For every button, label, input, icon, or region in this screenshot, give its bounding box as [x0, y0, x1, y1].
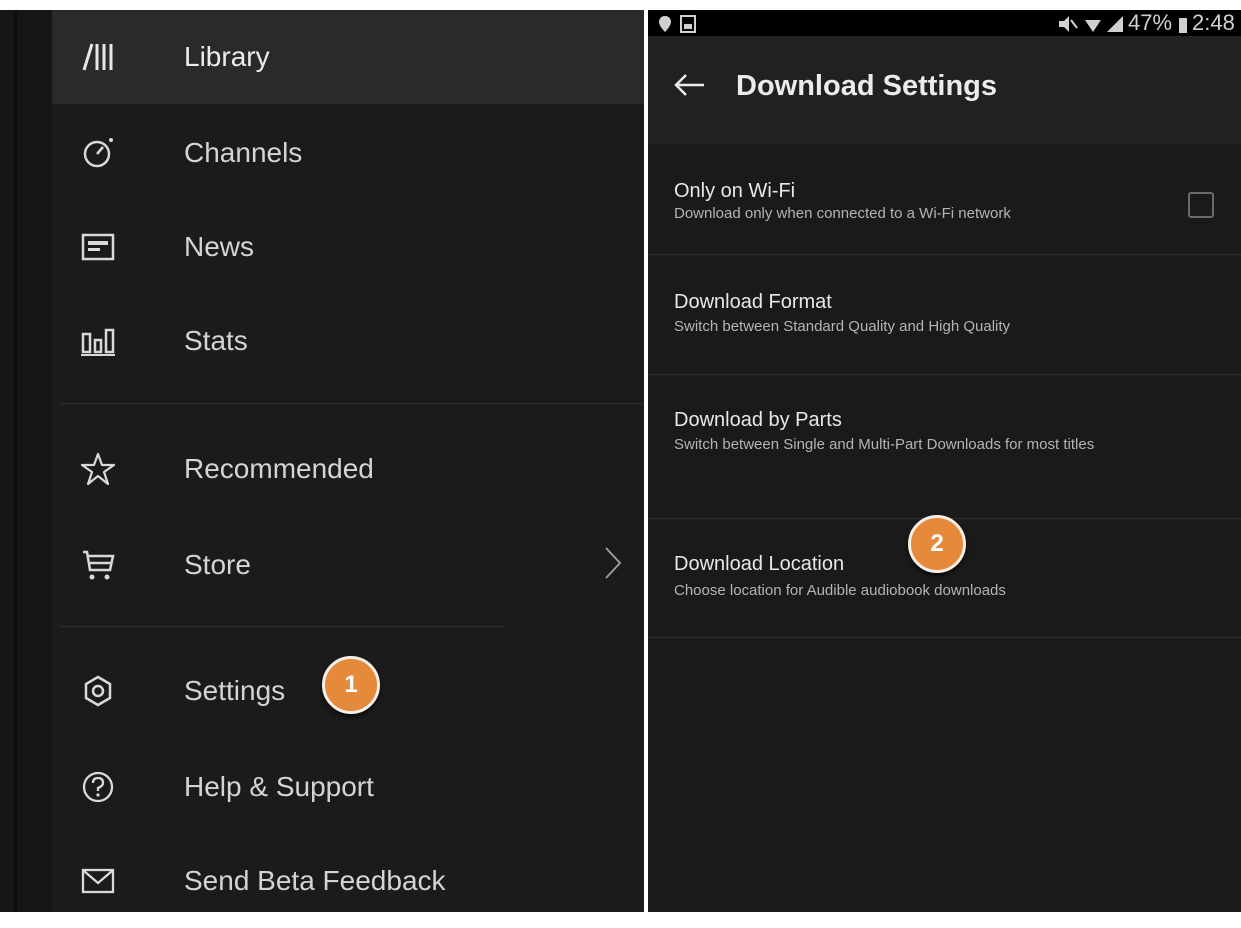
star-icon [80, 451, 116, 487]
setting-title: Only on Wi-Fi [674, 180, 796, 202]
sidebar-item-label: Store [184, 549, 251, 580]
sidebar-item-label: Help & Support [184, 771, 374, 802]
sidebar-item-help[interactable]: Help & Support [52, 740, 644, 834]
news-icon [80, 229, 116, 265]
sidebar-item-label: Channels [184, 137, 303, 168]
sidebar-item-label: Recommended [184, 453, 374, 484]
sidebar-item-label: Settings [184, 675, 286, 706]
sidebar-item-channels[interactable]: Channels [52, 106, 644, 200]
setting-subtitle: Switch between Standard Quality and High… [674, 318, 1011, 335]
callout-badge-1: 1 [322, 656, 380, 714]
sidebar-item-library[interactable]: Library [52, 10, 644, 104]
cart-icon [80, 547, 116, 583]
sidebar-item-feedback[interactable]: Send Beta Feedback [52, 834, 644, 928]
clock: 2:48 PM [1192, 10, 1241, 35]
sidebar-item-label: News [184, 231, 255, 262]
page-title: Download Settings [736, 70, 997, 102]
wifi-only-checkbox[interactable] [1188, 192, 1214, 218]
sidebar-item-recommended[interactable]: Recommended [52, 422, 644, 516]
app-toolbar: Download Settings [648, 36, 1241, 144]
divider [60, 403, 644, 404]
back-arrow-icon[interactable] [672, 70, 708, 106]
setting-title: Download Format [674, 291, 832, 313]
download-settings-screen: 47% 2:48 PM Download Settings Only on Wi… [648, 10, 1241, 912]
setting-title: Download Location [674, 553, 845, 575]
setting-subtitle: Download only when connected to a Wi-Fi … [674, 205, 1011, 222]
mail-icon [80, 863, 116, 899]
sidebar-item-stats[interactable]: Stats [52, 294, 644, 388]
callout-badge-2: 2 [908, 515, 966, 573]
channels-icon [80, 135, 116, 171]
sidebar-item-label: Send Beta Feedback [184, 865, 446, 896]
divider [60, 626, 504, 627]
library-icon [80, 39, 116, 75]
sidebar-item-store[interactable]: Store [52, 518, 644, 612]
divider [648, 637, 1241, 638]
sidebar-item-label: Library [184, 41, 270, 72]
setting-title: Download by Parts [674, 409, 842, 431]
drawer-edge [0, 10, 52, 912]
sidebar-item-news[interactable]: News [52, 200, 644, 294]
chevron-right-icon [604, 546, 622, 585]
setting-download-format[interactable]: Download Format Switch between Standard … [648, 255, 1241, 373]
help-icon [80, 769, 116, 805]
setting-download-parts[interactable]: Download by Parts Switch between Single … [648, 375, 1241, 518]
setting-subtitle: Choose location for Audible audiobook do… [674, 582, 1006, 599]
stats-icon [80, 323, 116, 359]
navigation-drawer: Library Channels News Stats Recommended … [0, 10, 644, 912]
gear-icon [80, 673, 116, 709]
status-bar: 47% 2:48 PM [648, 10, 1241, 36]
sidebar-item-label: Stats [184, 325, 248, 356]
setting-only-wifi[interactable]: Only on Wi-Fi Download only when connect… [648, 144, 1241, 254]
battery-percent: 47% [1128, 10, 1173, 35]
setting-subtitle: Switch between Single and Multi-Part Dow… [674, 436, 1095, 453]
